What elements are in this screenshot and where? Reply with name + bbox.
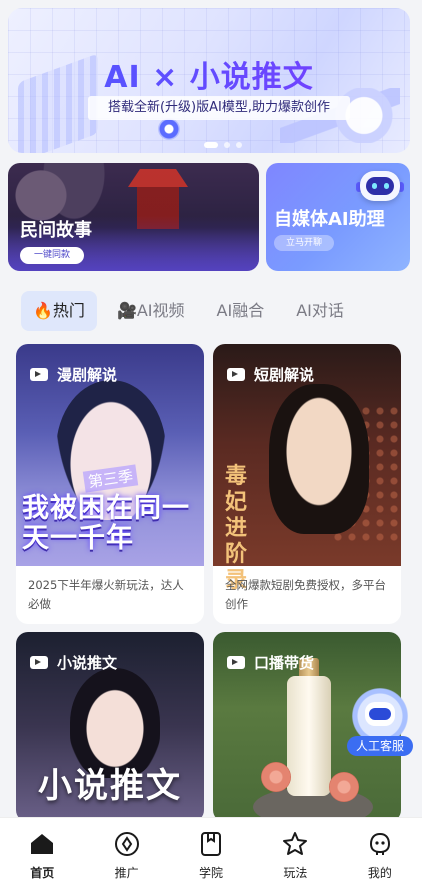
ai-assistant-title: 自媒体AI助理 [274, 209, 385, 230]
nav-promote[interactable]: 推广 [84, 818, 168, 887]
thumbnail-title: 小说推文 [38, 766, 182, 806]
nav-label: 推广 [114, 866, 139, 880]
card-novel-promo[interactable]: 小说推文 小说推文 [16, 632, 204, 822]
compass-icon [114, 832, 139, 856]
card-tag: 漫剧解说 [30, 364, 117, 385]
banner-title: AI × 小说推文 [8, 52, 410, 96]
nav-label: 玩法 [283, 866, 308, 880]
pagination-dot [224, 142, 230, 148]
thumbnail-title: 我被困在同一天一千年 [22, 493, 190, 554]
folk-story-title: 民间故事 [20, 220, 92, 241]
card-tag-label: 小说推文 [57, 654, 118, 672]
banner-subtitle: 搭载全新(升级)版AI模型,助力爆款创作 [88, 96, 350, 120]
robot-eye-right [384, 183, 389, 189]
robot-icon [365, 702, 395, 726]
bottle-illustration [287, 676, 331, 796]
card-description: 2025下半年爆火新玩法，达人必做 [28, 578, 184, 611]
nav-label: 我的 [367, 866, 392, 880]
card-short-drama-commentary[interactable]: 毒妃进阶录 短剧解说 全网爆款短剧免费授权，多平台创作 [213, 344, 401, 624]
nav-home[interactable]: 首页 [0, 818, 84, 887]
start-chat-button[interactable]: 立马开聊 [274, 235, 334, 251]
rose-illustration [329, 772, 359, 802]
tab-ai-video[interactable]: 🎥AI视频 [105, 291, 197, 331]
video-camera-icon [30, 656, 48, 669]
card-tag: 口播带货 [227, 652, 314, 673]
profile-icon [369, 832, 390, 855]
card-description: 全网爆款短剧免费授权，多平台创作 [225, 578, 386, 611]
card-tag-label: 漫剧解说 [57, 366, 118, 384]
tab-hot[interactable]: 🔥热门 [21, 291, 97, 331]
card-tag: 小说推文 [30, 652, 117, 673]
robot-icon [356, 165, 404, 207]
category-tabs: 🔥热门 🎥AI视频 AI融合 AI对话 [21, 290, 364, 332]
folk-story-card[interactable]: 民间故事 一键同款 [8, 163, 259, 271]
pagination-dot [236, 142, 242, 148]
rose-illustration [261, 762, 291, 792]
card-comic-commentary[interactable]: 第三季 我被困在同一天一千年 漫剧解说 2025下半年爆火新玩法，达人必做 [16, 344, 204, 624]
nav-gameplay[interactable]: 玩法 [253, 818, 337, 887]
customer-service-button[interactable]: 人工客服 [345, 688, 415, 758]
nav-academy[interactable]: 学院 [169, 818, 253, 887]
actress-illustration [269, 384, 369, 534]
card-tag-label: 短剧解说 [254, 366, 315, 384]
book-icon [201, 832, 222, 856]
home-icon [31, 834, 54, 854]
ai-assistant-card[interactable]: 自媒体AI助理 立马开聊 [266, 163, 410, 271]
card-tag: 短剧解说 [227, 364, 314, 385]
video-camera-icon [227, 368, 245, 381]
robot-eye-left [372, 183, 377, 189]
top-banner[interactable]: AI × 小说推文 搭载全新(升级)版AI模型,助力爆款创作 [8, 8, 410, 153]
one-click-same-button[interactable]: 一键同款 [20, 247, 84, 264]
robot-face [366, 177, 394, 195]
banner-pagination [204, 142, 242, 148]
star-icon [283, 832, 308, 855]
thumbnail-title: 毒妃进阶录 [225, 464, 248, 593]
pagination-dot-active [204, 142, 218, 148]
customer-service-label: 人工客服 [347, 736, 413, 756]
banner-orb-decoration [158, 118, 180, 140]
nav-label: 学院 [199, 866, 224, 880]
card-tag-label: 口播带货 [254, 654, 315, 672]
video-camera-icon [227, 656, 245, 669]
nav-label: 首页 [30, 866, 55, 880]
bottom-navigation: 首页 推广 学院 玩法 我的 [0, 817, 422, 887]
video-camera-icon [30, 368, 48, 381]
tab-ai-chat[interactable]: AI对话 [284, 291, 356, 331]
nav-profile[interactable]: 我的 [338, 818, 422, 887]
tab-ai-fusion[interactable]: AI融合 [205, 291, 277, 331]
